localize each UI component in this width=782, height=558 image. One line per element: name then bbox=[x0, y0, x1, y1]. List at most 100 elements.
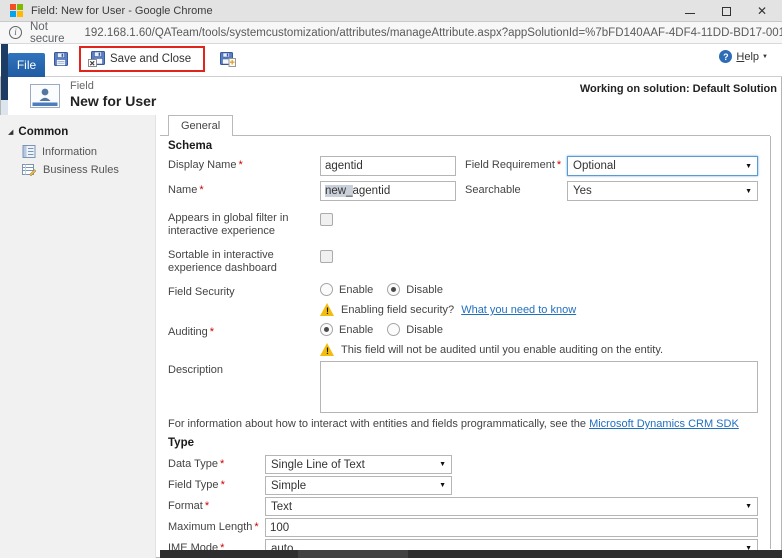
window-controls: ✕ bbox=[672, 0, 780, 22]
tab-general[interactable]: General bbox=[168, 115, 233, 136]
field-security-enable-option: Enable bbox=[320, 283, 373, 296]
name-prefix-selected: new_ bbox=[325, 185, 353, 197]
dynamics-crm-icon bbox=[10, 4, 23, 17]
page-title: New for User bbox=[70, 93, 156, 109]
required-marker: * bbox=[238, 159, 242, 171]
field-form: Schema Display Name* agentid Field Requi… bbox=[160, 136, 770, 558]
spacer bbox=[168, 343, 320, 346]
radio-label: Disable bbox=[406, 324, 443, 336]
save-and-new-icon bbox=[220, 51, 236, 67]
sidebar-item-label: Information bbox=[42, 146, 97, 158]
field-entity-icon bbox=[30, 84, 60, 109]
entity-type-label: Field bbox=[70, 80, 156, 92]
form-row: Display Name* agentid Field Requirement*… bbox=[168, 156, 762, 176]
save-button[interactable] bbox=[50, 49, 72, 69]
maximum-length-label: Maximum Length* bbox=[168, 518, 265, 534]
window-title: Field: New for User - Google Chrome bbox=[31, 5, 213, 17]
display-name-input[interactable]: agentid bbox=[320, 156, 456, 176]
sortable-label: Sortable in interactive experience dashb… bbox=[168, 246, 313, 275]
save-and-close-label: Save and Close bbox=[110, 53, 191, 65]
type-section-heading: Type bbox=[168, 437, 762, 450]
field-requirement-value: Optional bbox=[573, 160, 616, 172]
auditing-disable-radio[interactable] bbox=[387, 323, 400, 336]
window-edge-strip-top bbox=[1, 44, 8, 100]
name-input[interactable]: new_agentid bbox=[320, 181, 456, 201]
logo-square-yellow bbox=[17, 11, 23, 17]
global-filter-checkbox[interactable] bbox=[320, 213, 333, 226]
sidebar-item-information[interactable]: Information bbox=[22, 145, 155, 158]
site-info-icon[interactable]: i bbox=[9, 26, 22, 39]
window-edge-strip bbox=[1, 100, 8, 115]
close-button[interactable]: ✕ bbox=[744, 0, 780, 22]
form-row: Format* Text ▼ bbox=[168, 497, 762, 516]
searchable-label: Searchable bbox=[465, 181, 567, 197]
browser-window: Field: New for User - Google Chrome ✕ i … bbox=[0, 0, 782, 558]
form-row: Description bbox=[168, 361, 762, 413]
help-menu[interactable]: ? Help ▼ bbox=[719, 50, 768, 63]
warning-icon: ! bbox=[320, 343, 335, 357]
save-icon bbox=[53, 51, 69, 67]
format-select[interactable]: Text ▼ bbox=[265, 497, 758, 516]
file-menu-button[interactable]: File bbox=[8, 53, 45, 77]
save-and-close-button[interactable]: Save and Close bbox=[85, 49, 194, 69]
required-marker: * bbox=[205, 500, 209, 512]
description-textarea[interactable] bbox=[320, 361, 758, 413]
data-type-value: Single Line of Text bbox=[271, 459, 365, 471]
minimize-button[interactable] bbox=[672, 0, 708, 22]
required-marker: * bbox=[557, 159, 561, 171]
schema-section-heading: Schema bbox=[168, 140, 762, 153]
required-marker: * bbox=[254, 521, 258, 533]
form-row: Field Type* Simple ▼ bbox=[168, 476, 762, 495]
url-input[interactable]: 192.168.1.60/QATeam/tools/systemcustomiz… bbox=[85, 27, 782, 39]
dropdown-caret-icon: ▼ bbox=[745, 503, 752, 510]
help-caret-icon: ▼ bbox=[762, 54, 768, 60]
searchable-select[interactable]: Yes ▼ bbox=[567, 181, 758, 201]
data-type-select[interactable]: Single Line of Text ▼ bbox=[265, 455, 452, 474]
tree-expanded-icon: ◢ bbox=[8, 128, 13, 136]
navigation-sidebar: ◢ Common Information Business Rules bbox=[0, 115, 156, 558]
main-content: General Schema Display Name* agentid Fie… bbox=[160, 115, 770, 549]
auditing-warning-text: This field will not be audited until you… bbox=[341, 343, 663, 356]
form-row: Auditing* Enable Disable bbox=[168, 323, 762, 337]
field-security-enable-radio[interactable] bbox=[320, 283, 333, 296]
maximize-button[interactable] bbox=[708, 0, 744, 22]
address-bar: i Not secure 192.168.1.60/QATeam/tools/s… bbox=[0, 22, 782, 44]
sidebar-group-common[interactable]: ◢ Common bbox=[8, 126, 155, 138]
field-security-disable-radio[interactable] bbox=[387, 283, 400, 296]
status-bar-segment bbox=[298, 550, 408, 558]
what-you-need-to-know-link[interactable]: What you need to know bbox=[461, 304, 576, 316]
field-type-value: Simple bbox=[271, 480, 306, 492]
form-row: Field Security Enable Disable bbox=[168, 283, 762, 297]
dropdown-caret-icon: ▼ bbox=[745, 163, 752, 170]
field-type-select[interactable]: Simple ▼ bbox=[265, 476, 452, 495]
security-label[interactable]: Not secure bbox=[30, 21, 65, 45]
maximize-icon bbox=[722, 7, 731, 16]
field-security-warning-row: ! Enabling field security? What you need… bbox=[168, 303, 762, 317]
format-label: Format* bbox=[168, 497, 265, 513]
auditing-enable-radio[interactable] bbox=[320, 323, 333, 336]
logo-square-blue bbox=[10, 11, 16, 17]
save-and-close-icon bbox=[88, 51, 105, 67]
format-value: Text bbox=[271, 501, 292, 513]
bottom-status-bar bbox=[160, 550, 782, 558]
sortable-checkbox[interactable] bbox=[320, 250, 333, 263]
auditing-enable-option: Enable bbox=[320, 323, 373, 336]
help-label: Help bbox=[736, 51, 759, 63]
auditing-disable-option: Disable bbox=[387, 323, 443, 336]
close-icon: ✕ bbox=[757, 4, 767, 18]
toolbar-buttons: Save and Close bbox=[50, 46, 239, 72]
save-and-new-button[interactable] bbox=[217, 49, 239, 69]
form-row: Appears in global filter in interactive … bbox=[168, 209, 762, 238]
field-requirement-select[interactable]: Optional ▼ bbox=[567, 156, 758, 176]
sidebar-item-business-rules[interactable]: Business Rules bbox=[22, 163, 155, 176]
logo-square-red bbox=[10, 4, 16, 10]
record-header-labels: Field New for User bbox=[70, 80, 156, 109]
crm-sdk-link[interactable]: Microsoft Dynamics CRM SDK bbox=[589, 418, 739, 430]
form-row: Maximum Length* 100 bbox=[168, 518, 762, 537]
content-border bbox=[770, 136, 771, 549]
auditing-warning-row: ! This field will not be audited until y… bbox=[168, 343, 762, 357]
form-row: Sortable in interactive experience dashb… bbox=[168, 246, 762, 275]
maximum-length-input[interactable]: 100 bbox=[265, 518, 758, 537]
name-value: agentid bbox=[353, 185, 391, 197]
sdk-note: For information about how to interact wi… bbox=[168, 418, 762, 431]
